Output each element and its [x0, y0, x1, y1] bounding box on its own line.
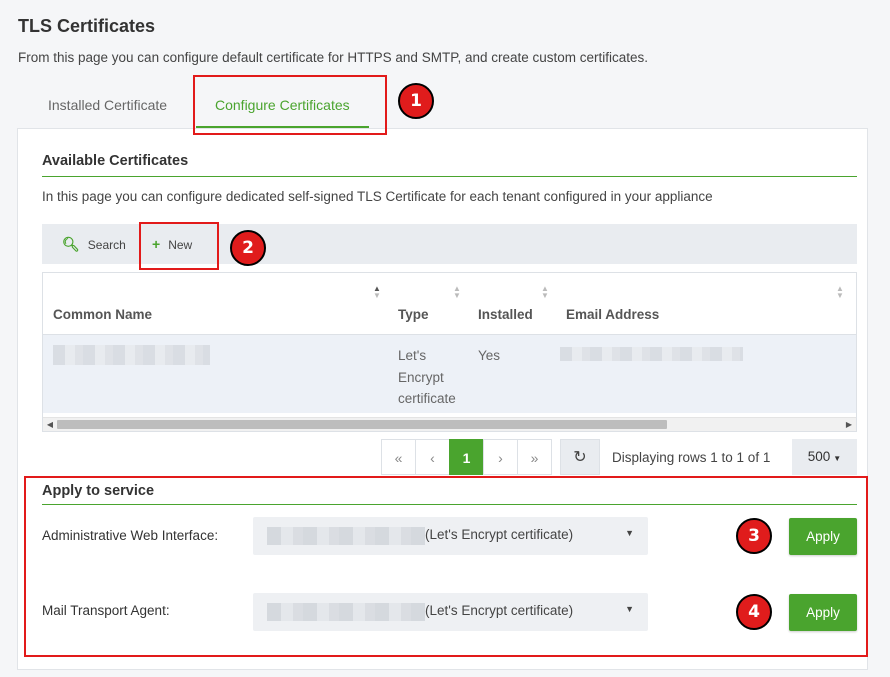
last-page-button[interactable]: »: [517, 439, 552, 475]
annotation-marker-4: 4: [736, 594, 772, 630]
column-header-type[interactable]: Type: [398, 307, 429, 322]
column-header-email-address[interactable]: Email Address: [566, 307, 659, 322]
annotation-marker-2: 2: [230, 230, 266, 266]
table-header: ▲ ▼ ▲ ▼ ▲ ▼ ▲ ▼ Common Name Type Installed E…: [43, 273, 856, 335]
tab-installed-certificate[interactable]: Installed Certificate: [48, 88, 167, 128]
page-title: TLS Certificates: [18, 16, 156, 36]
scroll-right-icon[interactable]: ▶: [842, 418, 856, 431]
section-divider: [42, 176, 857, 177]
horizontal-scrollbar[interactable]: ◀ ▶: [43, 417, 856, 431]
first-page-button[interactable]: «: [381, 439, 416, 475]
per-page-dropdown[interactable]: 500 ▼: [792, 439, 857, 475]
highlight-box-apply: [24, 476, 868, 657]
annotation-marker-1: 1: [398, 83, 434, 119]
refresh-icon: ↻: [573, 449, 587, 466]
available-certificates-description: In this page you can configure dedicated…: [42, 189, 713, 204]
sort-icon[interactable]: ▲ ▼: [541, 285, 549, 300]
caret-down-icon: ▼: [833, 454, 842, 463]
annotation-marker-3: 3: [736, 518, 772, 554]
page-description: From this page you can configure default…: [18, 50, 649, 65]
column-header-common-name[interactable]: Common Name: [53, 307, 152, 322]
highlight-box-new: [139, 222, 219, 270]
per-page-value: 500: [807, 449, 831, 464]
prev-page-button[interactable]: ‹: [415, 439, 450, 475]
rows-info: Displaying rows 1 to 1 of 1: [612, 450, 771, 465]
column-header-installed[interactable]: Installed: [478, 307, 533, 322]
sort-icon[interactable]: ▲ ▼: [373, 285, 381, 300]
search-icon: 🔍︎: [62, 236, 80, 252]
search-button-label: Search: [87, 238, 126, 252]
installed-cell: Yes: [478, 348, 501, 363]
next-page-button[interactable]: ›: [483, 439, 518, 475]
type-cell: Let's Encrypt certificate: [398, 348, 456, 406]
available-certificates-title: Available Certificates: [42, 153, 189, 169]
sort-icon[interactable]: ▲ ▼: [453, 285, 461, 300]
sort-icon[interactable]: ▲ ▼: [836, 285, 844, 300]
table-row[interactable]: Let's Encrypt certificate Yes: [43, 335, 856, 413]
refresh-button[interactable]: ↻: [560, 439, 600, 475]
scroll-left-icon[interactable]: ◀: [43, 418, 57, 431]
common-name-cell-redacted: [53, 345, 210, 365]
certificates-table: ▲ ▼ ▲ ▼ ▲ ▼ ▲ ▼ Common Name Type Installed E…: [42, 272, 857, 432]
scrollbar-thumb[interactable]: [57, 420, 667, 429]
page-1-button[interactable]: 1: [449, 439, 484, 475]
email-cell-redacted: [560, 347, 743, 361]
highlight-box-tab: [193, 75, 387, 135]
search-button[interactable]: 🔍︎ Search: [62, 224, 126, 264]
